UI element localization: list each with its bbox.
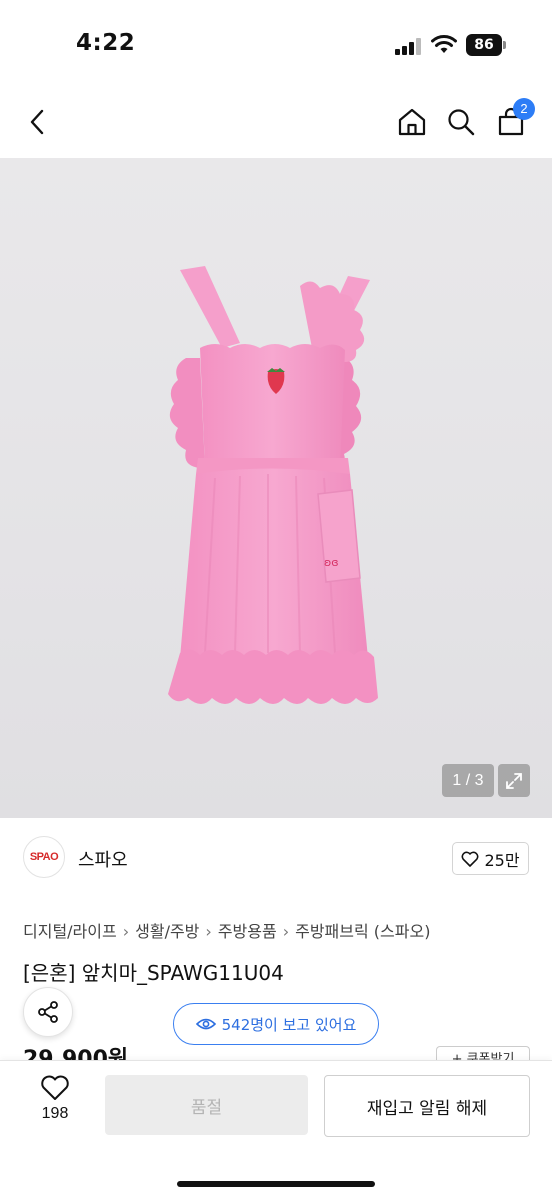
soldout-button: 품절 [105,1075,308,1135]
search-button[interactable] [441,102,481,142]
eye-icon [195,1018,216,1030]
home-button[interactable] [392,102,432,142]
back-button[interactable] [18,102,58,142]
heart-icon [462,851,479,867]
product-image[interactable]: ʚɞ [0,158,552,818]
cart-count-badge: 2 [513,98,535,120]
product-title: [은혼] 앞치마_SPAWG11U04 [23,961,284,985]
product-price: 29,900원 [23,1047,129,1060]
breadcrumb-item[interactable]: 주방용품 [218,922,277,941]
wifi-icon [431,34,457,54]
bottom-action-bar: 198 품절 재입고 알림 해제 [0,1060,552,1200]
apron-photo: ʚɞ [168,266,378,704]
home-icon [398,108,426,136]
breadcrumb-item[interactable]: 주방패브릭 (스파오) [295,922,430,941]
brand-row: SPAO 스파오 25만 [0,818,552,898]
chevron-right-icon: › [122,922,130,941]
chevron-left-icon [30,109,44,135]
brand-name[interactable]: 스파오 [78,846,128,872]
battery-level: 86 [466,34,502,56]
breadcrumb-item[interactable]: 디지털/라이프 [23,922,117,941]
coupon-button[interactable]: + 쿠폰받기 [436,1046,530,1060]
brand-like-count: 25만 [484,850,520,870]
restock-alert-cancel-button[interactable]: 재입고 알림 해제 [324,1075,530,1137]
app-header: 2 [0,88,552,158]
wishlist-count: 198 [41,1105,69,1122]
viewers-indicator: 542명이 보고 있어요 [173,1003,379,1045]
cart-button[interactable]: 2 [491,98,535,142]
wishlist-button[interactable]: 198 [25,1075,85,1135]
image-counter: 1 / 3 [442,764,494,797]
expand-icon [506,772,522,789]
svg-text:ʚɞ: ʚɞ [324,556,339,569]
chevron-right-icon: › [282,922,290,941]
brand-logo[interactable]: SPAO [23,836,65,878]
status-bar: 4:22 86 [0,0,552,88]
status-time: 4:22 [76,30,136,56]
share-button[interactable] [23,987,73,1037]
cellular-signal-icon [395,37,423,55]
viewers-text: 542명이 보고 있어요 [221,1015,357,1034]
search-icon [448,109,475,136]
battery-icon: 86 [466,34,506,56]
home-indicator [177,1181,375,1187]
chevron-right-icon: › [205,922,212,941]
expand-image-button[interactable] [498,764,530,797]
breadcrumb-item[interactable]: 생활/주방 [135,922,199,941]
heart-icon [41,1075,69,1100]
breadcrumb: 디지털/라이프 › 생활/주방 › 주방용품 › 주방패브릭 (스파오) [23,918,430,942]
brand-like-button[interactable]: 25만 [452,842,529,875]
share-icon [38,1001,58,1023]
